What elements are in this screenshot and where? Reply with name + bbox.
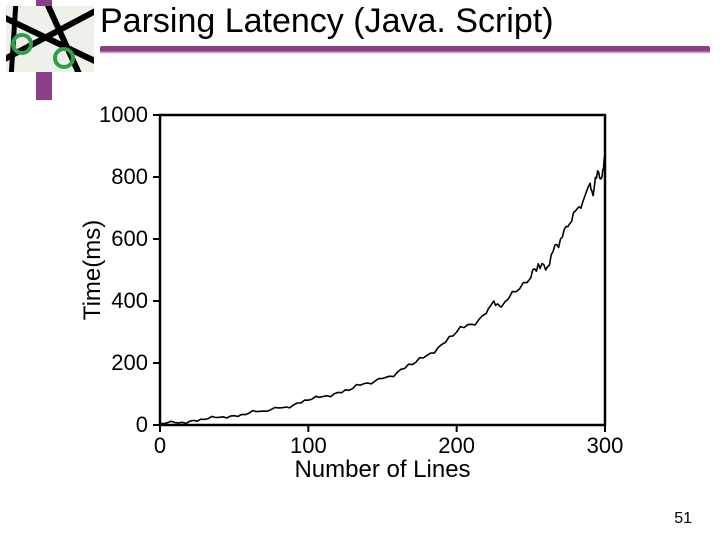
svg-text:800: 800 (111, 164, 148, 189)
svg-text:0: 0 (154, 433, 166, 458)
svg-text:0: 0 (136, 412, 148, 437)
svg-text:200: 200 (111, 350, 148, 375)
svg-text:300: 300 (587, 433, 624, 458)
svg-text:100: 100 (290, 433, 327, 458)
slide-title: Parsing Latency (Java. Script) (100, 2, 554, 40)
chart: 0 200 400 600 800 1000 0 100 200 300 Number of Lin… (80, 95, 635, 485)
slide: Parsing Latency (Java. Script) 0 200 400 60… (0, 0, 720, 540)
logo-icon (6, 6, 94, 72)
page-number: 51 (674, 510, 692, 528)
svg-text:600: 600 (111, 226, 148, 251)
title-underline (100, 46, 710, 54)
title-bar: Parsing Latency (Java. Script) (100, 2, 710, 58)
chart-svg: 0 200 400 600 800 1000 0 100 200 300 Number of Lin… (80, 95, 635, 485)
svg-text:200: 200 (438, 433, 475, 458)
svg-text:Time(ms): Time(ms) (80, 220, 106, 320)
svg-text:1000: 1000 (99, 102, 148, 127)
corner-logo (6, 6, 94, 72)
svg-text:Number of Lines: Number of Lines (294, 456, 470, 483)
svg-text:400: 400 (111, 288, 148, 313)
